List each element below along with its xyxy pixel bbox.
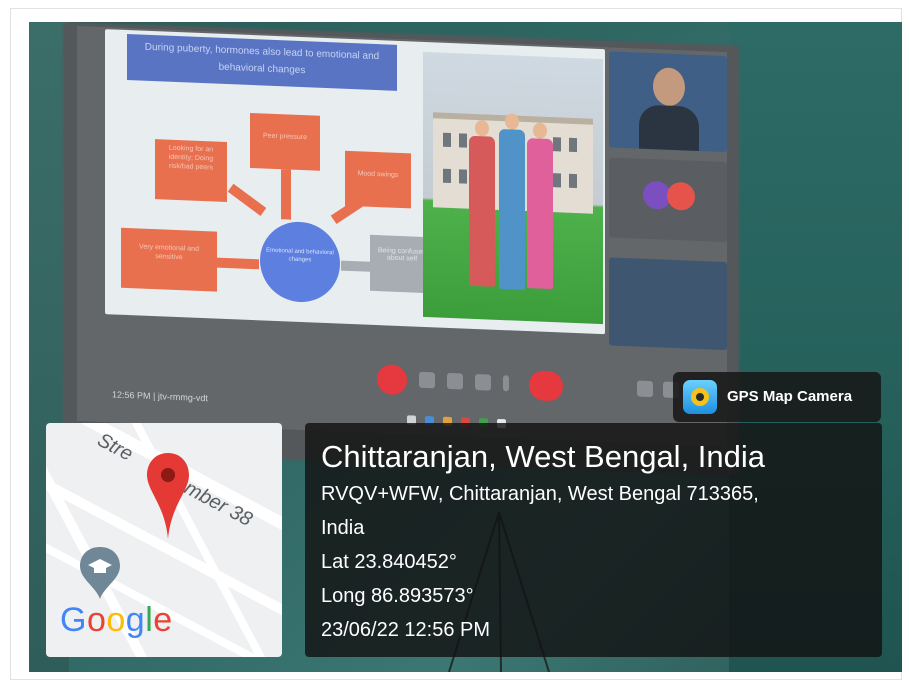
google-logo: Google <box>60 601 173 639</box>
latitude: Lat 23.840452° <box>321 551 457 573</box>
shared-screen-tile <box>609 257 727 351</box>
camera-icon[interactable] <box>419 371 435 389</box>
meeting-time: 12:56 PM <box>112 389 151 401</box>
captions-icon[interactable] <box>447 372 463 390</box>
slide-arrow <box>341 260 371 272</box>
meeting-side-panel <box>609 47 727 352</box>
slide-illustration <box>423 51 603 325</box>
slide-title: During puberty, hormones also lead to em… <box>127 34 397 91</box>
location-info-card: Chittaranjan, West Bengal, India RVQV+WF… <box>305 423 882 657</box>
address-line-1: RVQV+WFW, Chittaranjan, West Bengal 7133… <box>321 483 759 505</box>
location-title: Chittaranjan, West Bengal, India <box>321 439 766 474</box>
slide-box-emotional: Very emotional and sensitive <box>121 227 217 292</box>
more-options-icon[interactable] <box>503 375 509 392</box>
school-marker-icon <box>80 547 120 599</box>
datetime: 23/06/22 12:56 PM <box>321 619 491 641</box>
avatar <box>667 181 695 211</box>
present-icon[interactable] <box>475 373 491 391</box>
badge-label: GPS Map Camera <box>727 388 853 405</box>
map-thumbnail: Stre mber 38 Google <box>46 423 282 657</box>
slide-box-identity: Looking for an identity; Doing risk/bad … <box>155 139 227 203</box>
cartoon-person <box>499 128 525 290</box>
mic-off-icon[interactable] <box>377 364 407 396</box>
meeting-toolbar <box>137 350 717 417</box>
gps-map-camera-badge: GPS Map Camera <box>673 372 881 422</box>
camera-pin-icon <box>683 380 717 414</box>
location-pin-icon <box>147 453 189 539</box>
slide-box-peer: Peer pressure <box>250 112 320 171</box>
longitude: Long 86.893573° <box>321 585 474 607</box>
meeting-code: jtv-rmmg-vdt <box>157 391 208 404</box>
street-label: Stre <box>93 429 137 466</box>
cartoon-person <box>527 138 553 290</box>
participant-avatars-tile <box>609 157 727 243</box>
presentation-slide: During puberty, hormones also lead to em… <box>105 29 605 335</box>
slide-arrow <box>281 169 291 220</box>
slide-center-circle: Emotional and behavioral changes <box>260 220 340 304</box>
address-line-2: India <box>321 517 365 539</box>
cartoon-person <box>469 135 495 287</box>
info-icon[interactable] <box>637 380 653 398</box>
end-call-icon[interactable] <box>529 370 563 402</box>
projected-screen: During puberty, hormones also lead to em… <box>77 26 727 448</box>
slide-arrow <box>227 183 267 216</box>
slide-arrow <box>217 257 259 270</box>
participant-video-tile <box>609 51 727 153</box>
